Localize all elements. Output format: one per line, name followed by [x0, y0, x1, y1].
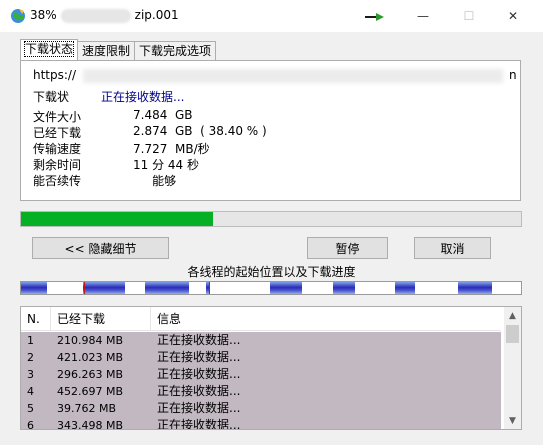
table-row[interactable]: 6 343.498 MB 正在接收数据... — [21, 417, 501, 430]
thread-segment — [21, 282, 47, 294]
table-row[interactable]: 5 39.762 MB 正在接收数据... — [21, 400, 501, 417]
row-downloaded: 39.762 MB — [57, 402, 117, 415]
list-header: N. 已经下载 信息 — [21, 307, 501, 331]
file-size-label: 文件大小 — [33, 110, 82, 124]
thread-start-marker — [84, 282, 85, 294]
title-bar: 38% zip.001 — ☐ ✕ — [0, 0, 543, 32]
row-info: 正在接收数据... — [157, 367, 241, 381]
row-number: 4 — [27, 385, 34, 398]
title-progress: 38% — [30, 8, 57, 22]
table-row[interactable]: 4 452.697 MB 正在接收数据... — [21, 383, 501, 400]
app-globe-icon — [11, 9, 25, 23]
resume-label: 能否续传 — [33, 174, 82, 188]
window-title: 38% zip.001 — [30, 8, 179, 23]
minimize-button[interactable]: — — [400, 0, 446, 32]
row-downloaded: 210.984 MB — [57, 334, 124, 347]
table-row[interactable]: 2 421.023 MB 正在接收数据... — [21, 349, 501, 366]
downloaded-label: 已经下载 — [33, 126, 82, 140]
resume-value: 能够 — [133, 174, 177, 188]
progress-fill — [21, 212, 213, 226]
tab-label: 下载状态 — [23, 41, 75, 57]
time-left-label: 剩余时间 — [33, 158, 82, 172]
column-header-downloaded[interactable]: 已经下载 — [51, 307, 151, 331]
speed-value: 7.727 MB/秒 — [133, 142, 210, 156]
tab-strip: 下载状态 速度限制 下载完成选项 — [20, 39, 217, 61]
thread-start-marker — [209, 282, 210, 294]
table-row[interactable]: 1 210.984 MB 正在接收数据... — [21, 332, 501, 349]
row-number: 3 — [27, 368, 34, 381]
row-downloaded: 421.023 MB — [57, 351, 124, 364]
tab-download-status[interactable]: 下载状态 — [20, 39, 79, 60]
tab-speed-limit[interactable]: 速度限制 — [77, 41, 136, 60]
speed-label: 传输速度 — [33, 142, 82, 156]
row-downloaded: 452.697 MB — [57, 385, 124, 398]
row-number: 1 — [27, 334, 34, 347]
thread-segments-bar — [20, 281, 522, 295]
connections-list[interactable]: N. 已经下载 信息 1 210.984 MB 正在接收数据... 2 421.… — [20, 306, 522, 430]
scroll-down-arrow-icon[interactable]: ▼ — [504, 412, 521, 429]
thread-segment — [270, 282, 302, 294]
tab-label: 速度限制 — [82, 44, 131, 58]
url-redacted — [83, 69, 503, 83]
download-progress-bar — [20, 211, 522, 227]
close-button[interactable]: ✕ — [490, 0, 536, 32]
tab-completion-options[interactable]: 下载完成选项 — [134, 41, 217, 60]
thread-segment — [83, 282, 125, 294]
close-icon: ✕ — [507, 9, 519, 23]
status-value: 正在接收数据... — [101, 90, 185, 104]
scroll-thumb[interactable] — [506, 325, 519, 343]
tab-label: 下载完成选项 — [139, 44, 212, 58]
thread-segment — [333, 282, 355, 294]
url-tail: n — [509, 68, 517, 82]
downloaded-value: 2.874 GB ( 38.40 % ) — [133, 124, 267, 138]
thread-segment — [395, 282, 415, 294]
column-header-info[interactable]: 信息 — [151, 307, 501, 331]
maximize-button[interactable]: ☐ — [446, 0, 492, 32]
download-arrow-icon — [365, 13, 384, 21]
thread-segment — [458, 282, 492, 294]
url-prefix: https:// — [33, 68, 77, 82]
minimize-icon: — — [417, 9, 429, 23]
file-size-value: 7.484 GB — [133, 108, 193, 122]
row-info: 正在接收数据... — [157, 401, 241, 415]
column-header-n[interactable]: N. — [21, 307, 51, 331]
time-left-value: 11 分 44 秒 — [133, 158, 199, 172]
cancel-button[interactable]: 取消 — [414, 237, 491, 259]
row-number: 5 — [27, 402, 34, 415]
pause-button[interactable]: 暂停 — [307, 237, 388, 259]
segments-caption: 各线程的起始位置以及下载进度 — [187, 265, 356, 279]
status-panel: https:// n 下载状 正在接收数据... 文件大小 7.484 GB 已… — [20, 60, 521, 201]
row-downloaded: 296.263 MB — [57, 368, 124, 381]
row-info: 正在接收数据... — [157, 384, 241, 398]
maximize-icon: ☐ — [463, 9, 475, 23]
thread-segment — [145, 282, 189, 294]
row-downloaded: 343.498 MB — [57, 419, 124, 430]
scroll-up-arrow-icon[interactable]: ▲ — [504, 307, 521, 324]
row-number: 2 — [27, 351, 34, 364]
row-number: 6 — [27, 419, 34, 430]
table-row[interactable]: 3 296.263 MB 正在接收数据... — [21, 366, 501, 383]
row-info: 正在接收数据... — [157, 418, 241, 430]
hide-details-button[interactable]: << 隐藏细节 — [32, 237, 169, 259]
row-info: 正在接收数据... — [157, 333, 241, 347]
row-info: 正在接收数据... — [157, 350, 241, 364]
status-label: 下载状 — [33, 90, 70, 104]
title-filename: zip.001 — [134, 8, 179, 22]
list-scrollbar[interactable]: ▲ ▼ — [504, 307, 521, 429]
title-filename-redacted — [60, 8, 131, 23]
